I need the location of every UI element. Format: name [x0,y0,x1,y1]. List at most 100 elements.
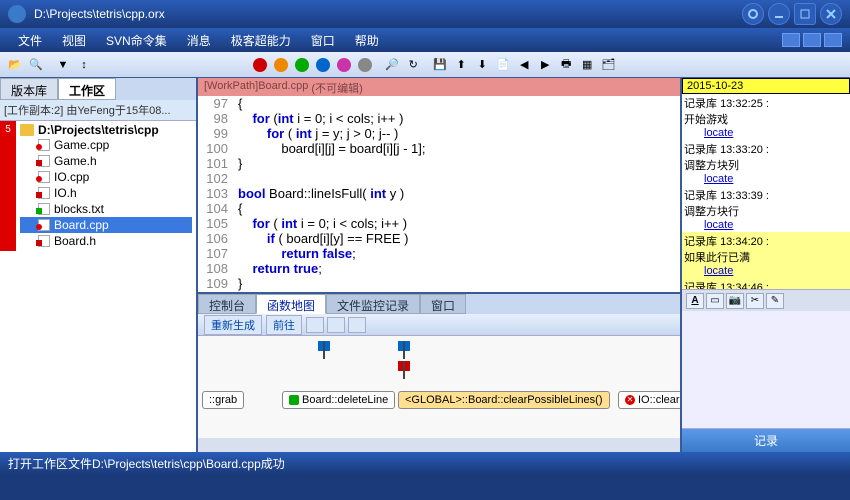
settings-icon[interactable] [742,3,764,25]
nav-back-icon[interactable]: ◀ [515,56,533,74]
left-pane: 版本库 工作区 [工作副本:2] 由YeFeng于15年08... 5 D:\P… [0,78,198,452]
dot-green-icon[interactable] [293,56,311,74]
tree-item[interactable]: IO.h [20,185,192,201]
menu-message[interactable]: 消息 [177,30,221,51]
file-icon [38,171,50,183]
tree-item[interactable]: Board.cpp [20,217,192,233]
log-list[interactable]: 记录库 13:32:25 :开始游戏locate记录库 13:33:20 :调整… [682,94,850,289]
find-icon[interactable]: 🔎 [383,56,401,74]
editor-header: [WorkPath]Board.cpp (不可编辑) [198,78,680,96]
layout-btn-2[interactable] [803,33,821,47]
workspace-info: [工作副本:2] 由YeFeng于15年08... [0,100,196,121]
tree-icon[interactable]: 🗂 [599,56,617,74]
doc-icon[interactable]: 📄 [494,56,512,74]
layout-btn-3[interactable] [824,33,842,47]
locate-link[interactable]: locate [704,127,733,139]
dot-orange-icon[interactable] [272,56,290,74]
record-button[interactable]: 记录 [682,428,850,452]
right-tools: A ▭ 📷 ✂ ✎ [682,289,850,311]
dot-gray-icon[interactable] [356,56,374,74]
log-label: 记录库 [684,236,717,248]
refresh-icon[interactable]: ↻ [404,56,422,74]
search-icon[interactable]: 🔍 [27,56,45,74]
log-time: 13:32:25 : [720,98,769,110]
log-label: 记录库 [684,190,717,202]
tab-function-map[interactable]: 函数地图 [256,294,326,314]
down-icon[interactable]: ⬇ [473,56,491,74]
toolbar: 📂 🔍 ▼ ↕ 🔎 ↻ 💾 ⬆ ⬇ 📄 ◀ ▶ 🖶 ▦ 🗂 [0,52,850,78]
zoom-icon[interactable] [327,317,345,333]
flag-red-icon [398,361,418,381]
menu-file[interactable]: 文件 [8,30,52,51]
log-date: 2015-10-23 [682,78,850,94]
flag-blue-icon [398,341,418,361]
file-name: IO.h [54,186,77,200]
tab-console[interactable]: 控制台 [198,294,256,314]
tab-repo[interactable]: 版本库 [0,78,58,100]
up-icon[interactable]: ⬆ [452,56,470,74]
dot-pink-icon[interactable] [335,56,353,74]
tree-item[interactable]: IO.cpp [20,169,192,185]
node-deleteline[interactable]: Board::deleteLine [282,391,395,409]
menu-svn[interactable]: SVN命令集 [96,30,177,51]
function-map-canvas[interactable]: ::grab Board::deleteLine <GLOBAL>::Board… [198,336,680,438]
regenerate-button[interactable]: 重新生成 [204,315,262,335]
tree-item[interactable]: blocks.txt [20,201,192,217]
close-button[interactable] [820,3,842,25]
root-path: D:\Projects\tetris\cpp [38,123,159,137]
app-logo-icon [8,5,26,23]
palette-icon[interactable]: ▭ [706,293,724,309]
file-icon [38,139,50,151]
node-ioclear[interactable]: ✕IO::clear [618,391,680,409]
snip-icon[interactable]: ✂ [746,293,764,309]
change-badge: 5 [0,121,16,251]
open-icon[interactable]: 📂 [6,56,24,74]
tree-item[interactable]: Game.h [20,153,192,169]
node-grab[interactable]: ::grab [202,391,244,409]
locate-link[interactable]: locate [704,219,733,231]
camera-icon[interactable]: 📷 [726,293,744,309]
down-arrow-icon[interactable] [348,317,366,333]
save-icon[interactable]: 💾 [431,56,449,74]
layout-btn-1[interactable] [782,33,800,47]
locate-link[interactable]: locate [704,265,733,277]
tree-item[interactable]: Game.cpp [20,137,192,153]
map-icon[interactable] [306,317,324,333]
dot-blue-icon[interactable] [314,56,332,74]
window-title: D:\Projects\tetris\cpp.orx [34,7,738,21]
log-entry: 记录库 13:34:20 :如果此行已满locate [682,232,850,278]
tab-window[interactable]: 窗口 [420,294,466,314]
menu-help[interactable]: 帮助 [345,30,389,51]
file-name: Game.cpp [54,138,109,152]
file-name: Game.h [54,154,97,168]
tree-item[interactable]: Board.h [20,233,192,249]
pencil-icon[interactable]: ✎ [766,293,784,309]
log-entry: 记录库 13:34:46 :则删除这一行locate [682,278,850,289]
nav-fwd-icon[interactable]: ▶ [536,56,554,74]
menu-geek[interactable]: 极客超能力 [221,30,301,51]
tab-workspace[interactable]: 工作区 [58,78,116,100]
text-style-icon[interactable]: A [686,293,704,309]
grid-icon[interactable]: ▦ [578,56,596,74]
horizontal-scrollbar[interactable] [198,438,680,452]
locate-link[interactable]: locate [704,173,733,185]
log-time: 13:33:39 : [720,190,769,202]
log-time: 13:34:46 : [720,282,769,289]
file-name: Board.cpp [54,218,109,232]
node-clearpossible[interactable]: <GLOBAL>::Board::clearPossibleLines() [398,391,610,409]
right-pane: 2015-10-23 记录库 13:32:25 :开始游戏locate记录库 1… [680,78,850,452]
minimize-button[interactable] [768,3,790,25]
menu-view[interactable]: 视图 [52,30,96,51]
file-icon [38,187,50,199]
goto-button[interactable]: 前往 [266,315,302,335]
tree-root[interactable]: D:\Projects\tetris\cpp [20,123,192,137]
print-icon[interactable]: 🖶 [557,56,575,74]
menu-window[interactable]: 窗口 [301,30,345,51]
tab-file-monitor[interactable]: 文件监控记录 [326,294,420,314]
code-area[interactable]: 97{98 for (int i = 0; i < cols; i++ )99 … [198,96,680,292]
log-msg: 如果此行已满 [684,252,750,264]
filter-icon[interactable]: ▼ [54,56,72,74]
maximize-button[interactable] [794,3,816,25]
dot-red-icon[interactable] [251,56,269,74]
sort-icon[interactable]: ↕ [75,56,93,74]
